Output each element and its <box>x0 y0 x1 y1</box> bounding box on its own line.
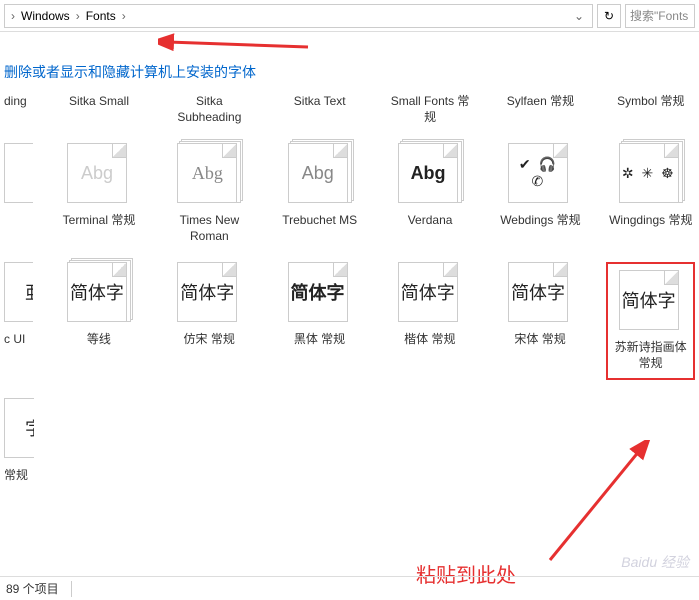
font-icon: 简体字 <box>508 262 572 326</box>
font-item[interactable]: Abg Trebuchet MS <box>276 143 364 244</box>
font-item[interactable]: 字 常规 <box>4 398 34 498</box>
font-icon: ✲ ✳ ☸ <box>619 143 683 207</box>
font-item[interactable]: Sitka Text <box>276 94 364 125</box>
font-item[interactable]: ✔ 🎧 ✆ Webdings 常规 <box>496 143 584 244</box>
watermark: Baidu 经验 <box>621 552 689 572</box>
font-item[interactable]: Small Fonts 常规 <box>386 94 474 125</box>
font-icon: ✔ 🎧 ✆ <box>508 143 572 207</box>
font-row: ding Sitka Small Sitka Subheading Sitka … <box>4 94 695 125</box>
font-icon: 简体字 <box>398 262 462 326</box>
font-item[interactable]: 简体字 黑体 常规 <box>275 262 363 379</box>
breadcrumb-windows[interactable]: Windows <box>17 9 74 23</box>
font-icon: Abg <box>398 143 462 207</box>
font-list: ding Sitka Small Sitka Subheading Sitka … <box>0 94 699 498</box>
font-icon: 简体字 <box>288 262 352 326</box>
font-item[interactable]: 简体字 宋体 常规 <box>496 262 584 379</box>
font-item[interactable]: Abg Times New Roman <box>165 143 253 244</box>
status-bar: 89 个项目 <box>0 576 699 600</box>
refresh-icon: ↻ <box>604 9 614 23</box>
font-item-highlighted[interactable]: 简体字 苏新诗指画体 常规 <box>606 262 695 379</box>
address-bar: › Windows › Fonts › ⌄ ↻ 搜索"Fonts <box>0 0 699 32</box>
font-row: 字 常规 <box>4 398 695 498</box>
font-icon: 简体字 <box>619 270 683 334</box>
font-icon: 简体字 <box>177 262 241 326</box>
font-item[interactable]: ding <box>4 94 33 125</box>
font-icon: 字 <box>4 398 34 462</box>
chevron-right-icon: › <box>74 9 82 23</box>
font-item[interactable]: Sitka Subheading <box>165 94 253 125</box>
search-placeholder: 搜索"Fonts <box>630 7 688 24</box>
font-icon: Abg <box>177 143 241 207</box>
page-instruction: 删除或者显示和隐藏计算机上安装的字体 <box>0 50 699 94</box>
font-icon: 亜 <box>4 262 33 326</box>
breadcrumb[interactable]: › Windows › Fonts › ⌄ <box>4 4 593 28</box>
breadcrumb-fonts[interactable]: Fonts <box>82 9 120 23</box>
chevron-right-icon: › <box>120 9 128 23</box>
font-item[interactable]: 亜 c UI <box>4 262 33 379</box>
search-input[interactable]: 搜索"Fonts <box>625 4 695 28</box>
font-item[interactable]: ✲ ✳ ☸ Wingdings 常规 <box>607 143 695 244</box>
font-row: Abg Terminal 常规 Abg Times New Roman Abg … <box>4 143 695 244</box>
chevron-right-icon: › <box>9 9 17 23</box>
separator <box>71 581 72 597</box>
font-icon: Abg <box>67 143 131 207</box>
font-item[interactable]: Sitka Small <box>55 94 143 125</box>
font-item[interactable]: Symbol 常规 <box>607 94 695 125</box>
font-item[interactable]: 简体字 楷体 常规 <box>386 262 474 379</box>
item-count: 89 个项目 <box>6 580 59 597</box>
font-icon: Abg <box>288 143 352 207</box>
font-icon <box>4 143 33 207</box>
font-icon: 简体字 <box>67 262 131 326</box>
font-item[interactable]: 简体字 等线 <box>55 262 143 379</box>
refresh-button[interactable]: ↻ <box>597 4 621 28</box>
font-item[interactable]: Abg Terminal 常规 <box>55 143 143 244</box>
font-item[interactable]: Abg Verdana <box>386 143 474 244</box>
font-item[interactable] <box>4 143 33 244</box>
font-item[interactable]: Sylfaen 常规 <box>496 94 584 125</box>
font-row: 亜 c UI 简体字 等线 简体字 仿宋 常规 简体字 黑体 常规 简体字 楷体… <box>4 262 695 379</box>
dropdown-icon[interactable]: ⌄ <box>570 9 588 23</box>
font-item[interactable]: 简体字 仿宋 常规 <box>165 262 253 379</box>
